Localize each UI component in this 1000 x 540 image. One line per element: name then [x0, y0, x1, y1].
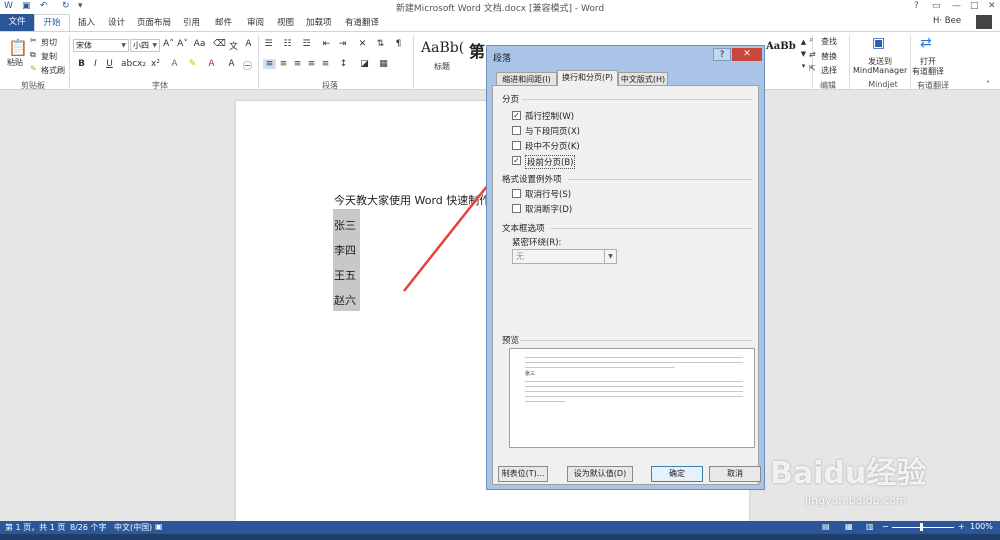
zoom-in-icon[interactable]: +	[958, 522, 965, 531]
divider	[520, 340, 752, 341]
checkbox-label[interactable]: 与下段同页(X)	[525, 125, 580, 137]
preview-box: 张三	[509, 348, 755, 448]
preview-line	[525, 362, 743, 363]
checkbox-label[interactable]: 段前分页(B)	[525, 155, 576, 169]
dialog-body: 分页 ✓ 孤行控制(W) 与下段同页(X) 段中不分页(K) ✓ 段前分页(B) 格…	[492, 85, 761, 485]
dialog-close-button[interactable]: ✕	[732, 48, 762, 61]
cancel-button[interactable]: 取消	[709, 466, 761, 482]
checkbox-box[interactable]	[512, 189, 521, 198]
checkbox-box[interactable]: ✓	[512, 111, 521, 120]
tab-line-page-breaks[interactable]: 换行和分页(P)	[557, 70, 618, 86]
section-exceptions: 格式设置例外项	[502, 175, 562, 185]
ok-button[interactable]: 确定	[651, 466, 703, 482]
paragraph-dialog[interactable]: 段落 ? ✕ 缩进和间距(I) 换行和分页(P) 中文版式(H) 分页 ✓ 孤行控…	[486, 45, 765, 490]
zoom-out-icon[interactable]: −	[882, 522, 889, 531]
tight-wrap-value: 无	[516, 252, 524, 261]
tight-wrap-select[interactable]: 无 ▼	[512, 249, 617, 264]
divider	[550, 228, 752, 229]
web-layout-icon[interactable]: ▥	[866, 522, 874, 531]
divider	[522, 99, 752, 100]
preview-line	[525, 367, 675, 368]
tight-wrap-label: 紧密环绕(R):	[512, 238, 562, 248]
set-default-button[interactable]: 设为默认值(D)	[567, 466, 633, 482]
proofing-icon[interactable]: ▣	[155, 522, 163, 531]
checkbox-box[interactable]	[512, 126, 521, 135]
preview-line	[525, 396, 743, 397]
zoom-slider[interactable]	[892, 527, 954, 528]
dialog-help-button[interactable]: ?	[713, 48, 731, 61]
section-pagination: 分页	[502, 95, 520, 105]
read-mode-icon[interactable]: ▤	[822, 522, 830, 531]
checkbox-label[interactable]: 孤行控制(W)	[525, 110, 574, 122]
preview-line	[525, 357, 743, 358]
section-textbox: 文本框选项	[502, 224, 545, 234]
watermark-url: jingyan.baidu.com	[805, 494, 907, 507]
checkbox-label[interactable]: 取消断字(D)	[525, 203, 572, 215]
divider	[568, 179, 752, 180]
language-indicator[interactable]: 中文(中国)	[114, 522, 152, 533]
preview-line	[525, 381, 743, 382]
baidu-logo: Baidu经验	[770, 456, 927, 491]
tab-indents-spacing[interactable]: 缩进和间距(I)	[496, 72, 557, 86]
checkbox-label[interactable]: 取消行号(S)	[525, 188, 571, 200]
checkbox-box[interactable]	[512, 141, 521, 150]
zoom-slider-thumb[interactable]	[920, 523, 923, 531]
preview-sample-text: 张三	[525, 371, 536, 377]
word-count[interactable]: 8/26 个字	[70, 522, 107, 533]
checkbox-label[interactable]: 段中不分页(K)	[525, 140, 580, 152]
tab-asian-typography[interactable]: 中文版式(H)	[618, 72, 668, 86]
preview-line	[525, 391, 743, 392]
status-bar: 第 1 页，共 1 页 8/26 个字 中文(中国) ▣ ▤ ▦ ▥ − + 1…	[0, 521, 1000, 534]
tabs-button[interactable]: 制表位(T)...	[498, 466, 548, 482]
zoom-level[interactable]: 100%	[970, 522, 993, 531]
taskbar	[0, 534, 1000, 540]
baidu-watermark: Baidu经验 jingyan.baidu.com	[770, 430, 990, 520]
page-indicator[interactable]: 第 1 页，共 1 页	[5, 522, 65, 533]
preview-line	[525, 401, 565, 402]
chevron-down-icon: ▼	[604, 250, 616, 263]
dialog-title: 段落	[493, 54, 512, 64]
checkbox-box[interactable]: ✓	[512, 156, 521, 165]
print-layout-icon[interactable]: ▦	[845, 522, 853, 531]
section-preview: 预览	[502, 336, 520, 346]
checkbox-box[interactable]	[512, 204, 521, 213]
preview-line	[525, 386, 743, 387]
